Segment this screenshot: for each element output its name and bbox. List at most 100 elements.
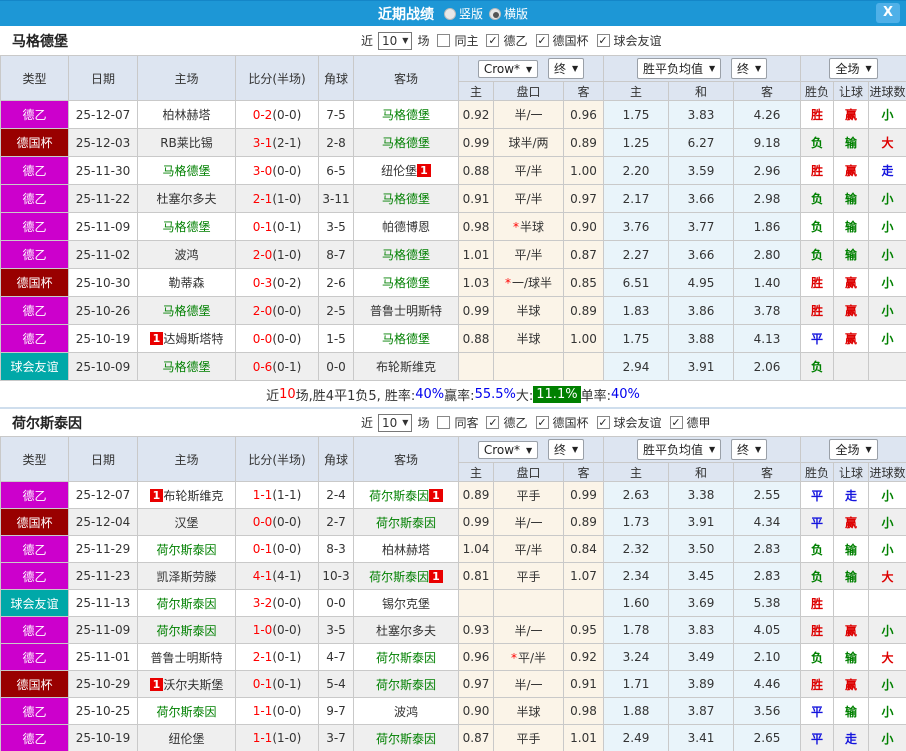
filter-checkbox[interactable] bbox=[437, 34, 451, 47]
avg-time-select[interactable]: 终 ▼ bbox=[730, 439, 768, 460]
avg-away-cell: 2.65 bbox=[733, 724, 802, 751]
date-cell: 25-11-09 bbox=[68, 212, 138, 241]
recent-results-window: 近期战绩 竖版 横版 X 马格德堡 近 10 ▼ 场同主 ✓ 德乙 ✓ 德国杯 ✓ 球会友谊 类型 … bbox=[0, 0, 906, 751]
filter-checkbox[interactable]: ✓ bbox=[535, 416, 549, 429]
chevron-down-icon: ▼ bbox=[865, 64, 872, 73]
team-name: 荷尔斯泰因 bbox=[12, 415, 82, 432]
result-goals-cell: 走 bbox=[868, 156, 906, 185]
team-label: 荷尔斯泰因 bbox=[156, 596, 217, 611]
result-goals-cell: 小 bbox=[868, 508, 906, 536]
corners-cell: 8-3 bbox=[318, 535, 354, 563]
odds-away-cell bbox=[562, 589, 605, 617]
match-row: 德乙 25-11-29 荷尔斯泰因 0-1(0-0) 8-3 柏林赫塔 1.04 平/半 0.8… bbox=[0, 535, 906, 563]
chevron-down-icon: ▼ bbox=[526, 64, 533, 74]
avg-away-cell: 4.34 bbox=[733, 508, 802, 536]
league-label: 球会友谊 bbox=[613, 34, 662, 48]
filter-checkbox[interactable]: ✓ bbox=[596, 416, 610, 429]
match-count-select[interactable]: 10 ▼ bbox=[378, 31, 413, 50]
score-cell: 0-2(0-0) bbox=[235, 100, 319, 129]
odds-line-cell: 半/一 bbox=[493, 670, 564, 698]
halftime-score: (2-1) bbox=[272, 135, 302, 150]
home-team-cell: 1 沃尔夫斯堡 bbox=[137, 670, 236, 698]
match-row: 德乙 25-10-25 荷尔斯泰因 1-1(0-0) 9-7 波鸿 0.90 半球 0.98 1.… bbox=[0, 697, 906, 725]
view-radio-0[interactable] bbox=[443, 7, 456, 20]
team-label: 普鲁士明斯特 bbox=[150, 650, 223, 665]
corners-cell: 0-0 bbox=[318, 589, 354, 617]
result-goals-cell: 大 bbox=[868, 128, 906, 157]
fullmatch-select[interactable]: 全场 ▼ bbox=[829, 439, 878, 460]
odds-source-select[interactable]: Crow* ▼ bbox=[477, 441, 539, 459]
score-cell: 0-6(0-1) bbox=[235, 352, 319, 381]
odds-away-cell: 0.84 bbox=[562, 535, 605, 563]
avg-home-cell: 1.78 bbox=[603, 616, 670, 644]
fulltime-score: 1-1 bbox=[252, 488, 273, 502]
avg-away-cell: 1.40 bbox=[733, 268, 802, 297]
avg-home-cell: 1.60 bbox=[603, 589, 670, 617]
odds-line-cell: 平/半 bbox=[493, 184, 564, 213]
match-row: 球会友谊 25-10-09 马格德堡 0-6(0-1) 0-0 布轮斯维克 2.94 3.91… bbox=[0, 352, 906, 381]
team-label: 马格德堡 bbox=[381, 108, 430, 122]
odds-line-cell bbox=[493, 589, 564, 617]
summary-part: 11.1% bbox=[533, 385, 581, 403]
view-radio-1[interactable] bbox=[489, 7, 501, 20]
halftime-score: (0-0) bbox=[272, 303, 302, 318]
odds-time-select[interactable]: 终 ▼ bbox=[548, 439, 585, 460]
match-row: 球会友谊 25-11-13 荷尔斯泰因 3-2(0-0) 0-0 锡尔克堡 1.60 3.69… bbox=[0, 589, 906, 617]
halftime-score: (0-1) bbox=[272, 219, 302, 234]
avg-home-cell: 2.94 bbox=[603, 352, 670, 381]
view-radio-label: 横版 bbox=[504, 7, 529, 21]
result-handicap-cell: 赢 bbox=[833, 268, 870, 297]
fulltime-score: 2-0 bbox=[252, 303, 273, 318]
score-cell: 2-0(1-0) bbox=[235, 240, 319, 269]
away-team-cell: 柏林赫塔 bbox=[353, 535, 459, 563]
home-team-cell: 荷尔斯泰因 bbox=[137, 589, 236, 617]
odds-home-cell: 0.97 bbox=[458, 670, 494, 698]
chevron-down-icon: ▼ bbox=[572, 64, 579, 73]
date-cell: 25-12-07 bbox=[68, 481, 138, 509]
team-label: 布轮斯维克 bbox=[375, 360, 436, 374]
team-label: 马格德堡 bbox=[162, 164, 211, 178]
score-cell: 2-1(1-0) bbox=[235, 184, 319, 213]
score-cell: 1-1(1-1) bbox=[235, 481, 319, 509]
home-team-cell: 柏林赫塔 bbox=[137, 100, 236, 129]
filters-team1: 近 10 ▼ 场同主 ✓ 德乙 ✓ 德国杯 ✓ 球会友谊 bbox=[358, 31, 665, 50]
filter-checkbox[interactable]: ✓ bbox=[669, 416, 683, 429]
filter-checkbox[interactable]: ✓ bbox=[486, 416, 500, 429]
avg-away-cell: 4.26 bbox=[733, 100, 802, 129]
fullmatch-select[interactable]: 全场 ▼ bbox=[829, 58, 878, 79]
halftime-score: (1-0) bbox=[272, 247, 302, 262]
filter-checkbox[interactable]: ✓ bbox=[486, 34, 500, 47]
score-cell: 3-1(2-1) bbox=[235, 128, 319, 157]
match-count-select[interactable]: 10 ▼ bbox=[378, 413, 413, 432]
col-date: 日期 bbox=[68, 436, 138, 482]
filter-checkbox[interactable] bbox=[437, 416, 451, 429]
match-row: 德乙 25-11-09 马格德堡 0-1(0-1) 3-5 帕德博恩 0.98 *半球 0.90… bbox=[0, 212, 906, 241]
odds-source-select[interactable]: Crow* ▼ bbox=[477, 60, 539, 78]
filter-checkbox[interactable]: ✓ bbox=[535, 34, 549, 47]
close-button[interactable]: X bbox=[876, 3, 900, 23]
avg-source-select[interactable]: 胜平负均值 ▼ bbox=[636, 58, 722, 79]
odds-line-cell: 半/一 bbox=[493, 100, 564, 129]
col-score: 比分(半场) bbox=[235, 436, 319, 482]
avg-draw-cell: 3.91 bbox=[668, 508, 735, 536]
team-label: 波鸿 bbox=[174, 248, 199, 262]
date-cell: 25-10-30 bbox=[68, 268, 138, 297]
result-handicap-cell: 输 bbox=[833, 184, 870, 213]
date-cell: 25-12-04 bbox=[68, 508, 138, 536]
result-wl-cell: 胜 bbox=[800, 670, 835, 698]
avg-source-select[interactable]: 胜平负均值 ▼ bbox=[636, 439, 722, 460]
avg-time-select[interactable]: 终 ▼ bbox=[730, 58, 768, 79]
result-handicap-cell: 输 bbox=[833, 240, 870, 269]
odds-line-cell: 球半/两 bbox=[493, 128, 564, 157]
odds-time-select[interactable]: 终 ▼ bbox=[548, 58, 585, 79]
away-team-cell: 荷尔斯泰因 bbox=[353, 643, 459, 671]
league-label: 德国杯 bbox=[552, 34, 589, 48]
corners-cell: 10-3 bbox=[318, 562, 354, 590]
chevron-down-icon: ▼ bbox=[402, 418, 409, 427]
team-label: 荷尔斯泰因 bbox=[156, 542, 217, 557]
avg-draw-cell: 4.95 bbox=[668, 268, 735, 297]
odds-line-cell: 半/一 bbox=[493, 616, 564, 644]
halftime-score: (0-0) bbox=[272, 704, 302, 718]
filter-checkbox[interactable]: ✓ bbox=[596, 34, 610, 47]
match-row: 德乙 25-12-07 柏林赫塔 0-2(0-0) 7-5 马格德堡 0.92 半/一 0.96… bbox=[0, 100, 906, 129]
